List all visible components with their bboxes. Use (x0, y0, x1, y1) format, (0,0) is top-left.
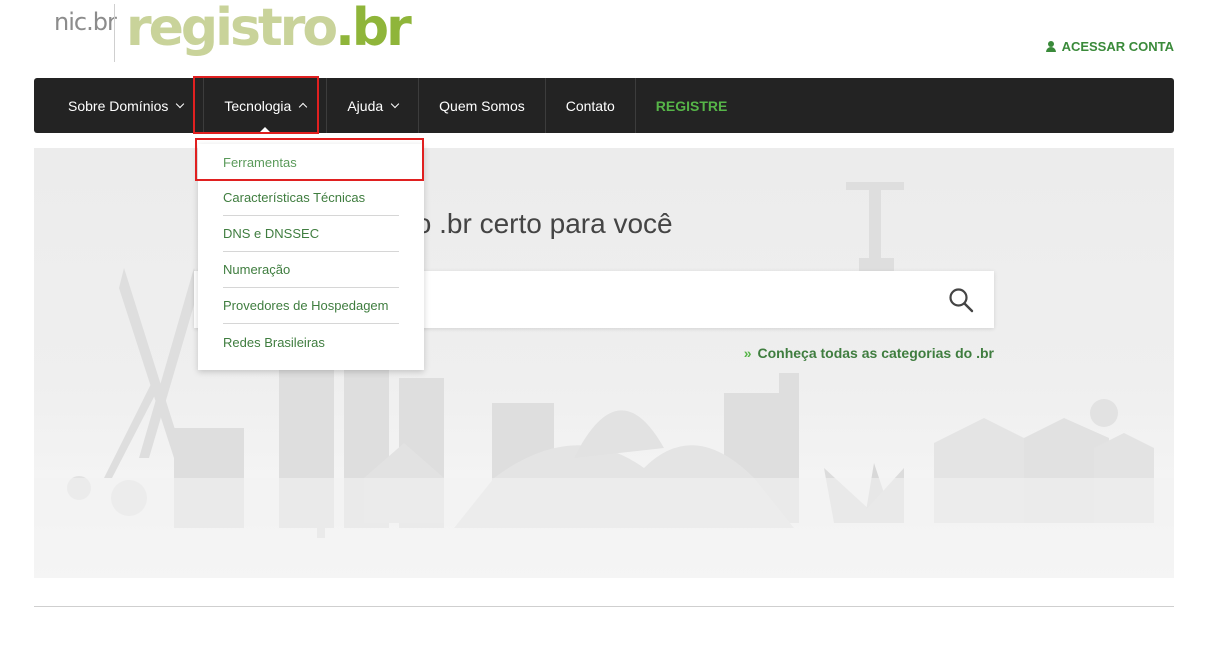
nav-item-ajuda[interactable]: Ajuda (327, 78, 420, 133)
hero-title: nio .br certo para você (394, 208, 673, 239)
registro-br-logo[interactable]: registro.br (126, 0, 412, 58)
logo-registro-suffix: .br (335, 0, 412, 58)
nav-item-tecnologia[interactable]: Tecnologia (204, 78, 328, 133)
section-divider (34, 606, 1174, 607)
dropdown-item-dns-dnssec[interactable]: DNS e DNSSEC (223, 216, 399, 252)
account-link[interactable]: ACESSAR CONTA (1045, 39, 1174, 54)
dropdown-item-provedores-hospedagem[interactable]: Provedores de Hospedagem (223, 288, 399, 324)
search-icon[interactable] (948, 287, 974, 313)
nav-item-label: Sobre Domínios (68, 97, 169, 114)
nav-item-label: Quem Somos (439, 97, 525, 114)
categories-link[interactable]: » Conheça todas as categorias do .br (744, 345, 994, 361)
account-link-label: ACESSAR CONTA (1061, 39, 1174, 54)
nav-item-quem-somos[interactable]: Quem Somos (419, 78, 546, 133)
nav-item-contato[interactable]: Contato (546, 78, 636, 133)
logo-divider (114, 4, 115, 62)
categories-link-label: Conheça todas as categorias do .br (757, 345, 994, 361)
nav-item-label: Contato (565, 97, 615, 114)
nav-item-label: Tecnologia (224, 97, 292, 114)
nav-item-sobre-dominios[interactable]: Sobre Domínios (34, 78, 205, 133)
nav-item-label: REGISTRE (655, 97, 728, 114)
chevron-down-icon (390, 99, 400, 108)
tecnologia-dropdown-menu: Ferramentas Características Técnicas DNS… (198, 144, 424, 370)
raquo-icon: » (743, 345, 752, 361)
nav-item-registre[interactable]: REGISTRE (636, 78, 748, 133)
chevron-up-icon (299, 102, 308, 112)
chevron-down-icon (176, 99, 185, 108)
logo-registro-text: registro (126, 0, 338, 58)
main-nav: Sobre Domínios Tecnologia Ajuda Quem Som… (34, 78, 1174, 133)
dropdown-item-caracteristicas-tecnicas[interactable]: Características Técnicas (223, 180, 399, 216)
dropdown-item-redes-brasileiras[interactable]: Redes Brasileiras (223, 324, 399, 360)
user-icon (1045, 41, 1056, 52)
dropdown-item-ferramentas[interactable]: Ferramentas (223, 144, 399, 180)
nav-item-label: Ajuda (347, 97, 384, 114)
dropdown-item-numeracao[interactable]: Numeração (223, 252, 399, 288)
nic-br-logo[interactable]: nic.br (54, 8, 117, 36)
